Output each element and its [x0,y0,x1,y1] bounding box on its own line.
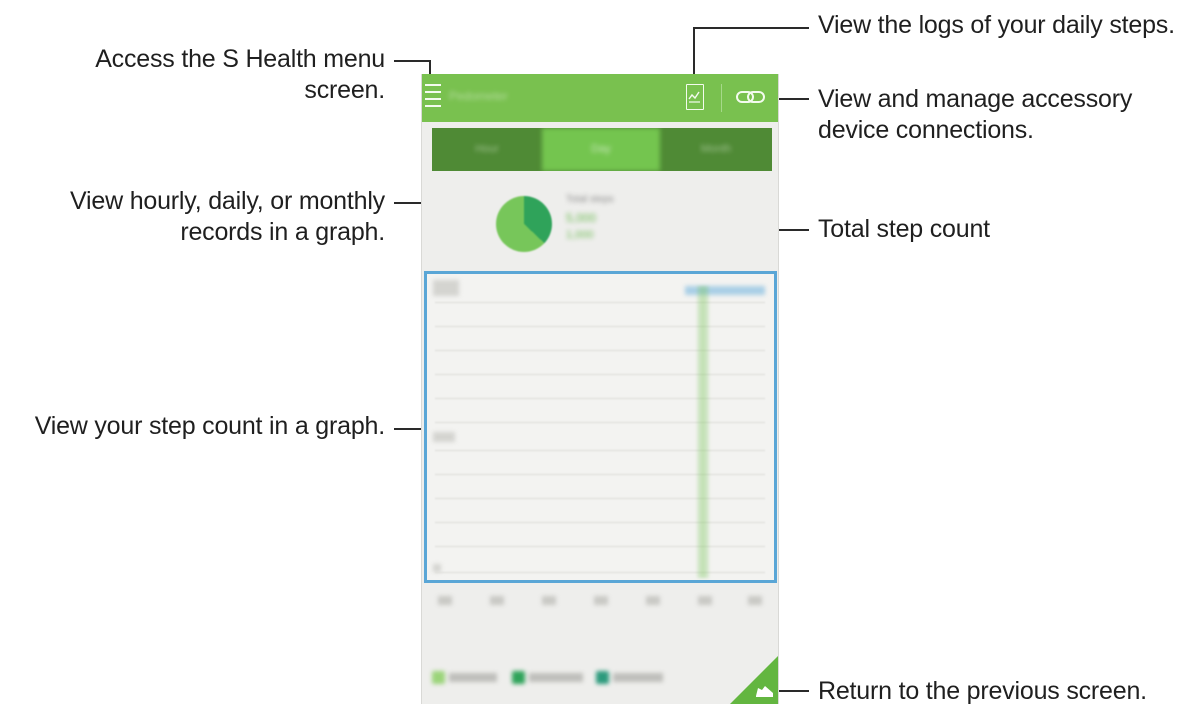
step-pie-chart [496,196,552,252]
tab-day[interactable]: Day [542,128,660,171]
hamburger-menu-icon[interactable] [425,82,441,112]
grid-line [435,498,765,499]
tab-month[interactable]: Month [660,128,772,171]
legend-swatch [512,670,525,684]
callout-menu-line1: Access the S Health menu [95,45,385,73]
legend-swatch [596,670,609,684]
callout-total: Total step count [818,215,990,243]
leader-return [776,690,809,692]
x-tick-label [748,596,762,605]
pedometer-screen: Pedometer Hour Day Month Total steps 5,0… [421,74,779,704]
grid-line [435,398,765,399]
x-tick-label [594,596,608,605]
grid-line [435,422,765,423]
step-graph-area [427,274,774,580]
legend-item [432,670,497,684]
callout-accessory-line2: device connections. [818,116,1034,144]
graph-zero-label [433,564,441,572]
app-title: Pedometer [449,89,508,103]
current-time-line [697,286,709,578]
grid-line [435,474,765,475]
callout-accessory: View and manage accessory device connect… [818,84,1203,146]
legend-label [529,672,583,682]
tab-hour[interactable]: Hour [432,128,542,171]
app-bar: Pedometer [422,74,778,122]
graph-max-label [433,280,459,296]
legend-label [449,672,497,682]
leader-menu-h [394,60,431,62]
callout-graph: View your step count in a graph. [34,412,386,440]
leader-logs-h [693,27,809,29]
leader-menu-v [429,60,431,74]
callout-records-line2: records in a graph. [180,218,385,246]
step-summary-text: Total steps 5,000 1,000 [566,194,648,242]
link-icon[interactable] [735,89,769,105]
grid-line [435,302,765,303]
x-tick-label [490,596,504,605]
grid-line [435,522,765,523]
period-tabs: Hour Day Month [432,128,772,171]
x-tick-label [542,596,556,605]
callout-accessory-line1: View and manage accessory [818,85,1133,113]
total-step-count: 5,000 [566,211,597,225]
step-graph[interactable] [424,271,777,583]
graph-mid-label [433,432,455,442]
legend-swatch [432,670,445,684]
grid-line [435,374,765,375]
callout-logs: View the logs of your daily steps. [818,11,1175,39]
grid-line [435,350,765,351]
legend-label [613,672,663,682]
grid-line [435,326,765,327]
x-tick-label [646,596,660,605]
graph-legend [432,670,702,688]
app-bar-divider [721,84,722,112]
step-log-icon[interactable] [686,84,704,110]
graph-baseline [435,572,765,573]
callout-return: Return to the previous screen. [818,677,1147,704]
callout-records: View hourly, daily, or monthly records i… [20,186,385,248]
legend-item [512,670,583,684]
summary-heading: Total steps [566,194,614,205]
graph-x-axis [422,592,778,612]
callout-menu: Access the S Health menu screen. [60,44,385,106]
grid-line [435,450,765,451]
callout-records-line1: View hourly, daily, or monthly [70,187,385,215]
legend-item [596,670,663,684]
summary-detail: 1,000 [566,229,594,241]
back-button[interactable] [729,653,778,704]
callout-menu-line2: screen. [304,76,385,104]
step-summary: Total steps 5,000 1,000 [422,180,778,268]
x-tick-label [438,596,452,605]
grid-line [435,546,765,547]
x-tick-label [698,596,712,605]
